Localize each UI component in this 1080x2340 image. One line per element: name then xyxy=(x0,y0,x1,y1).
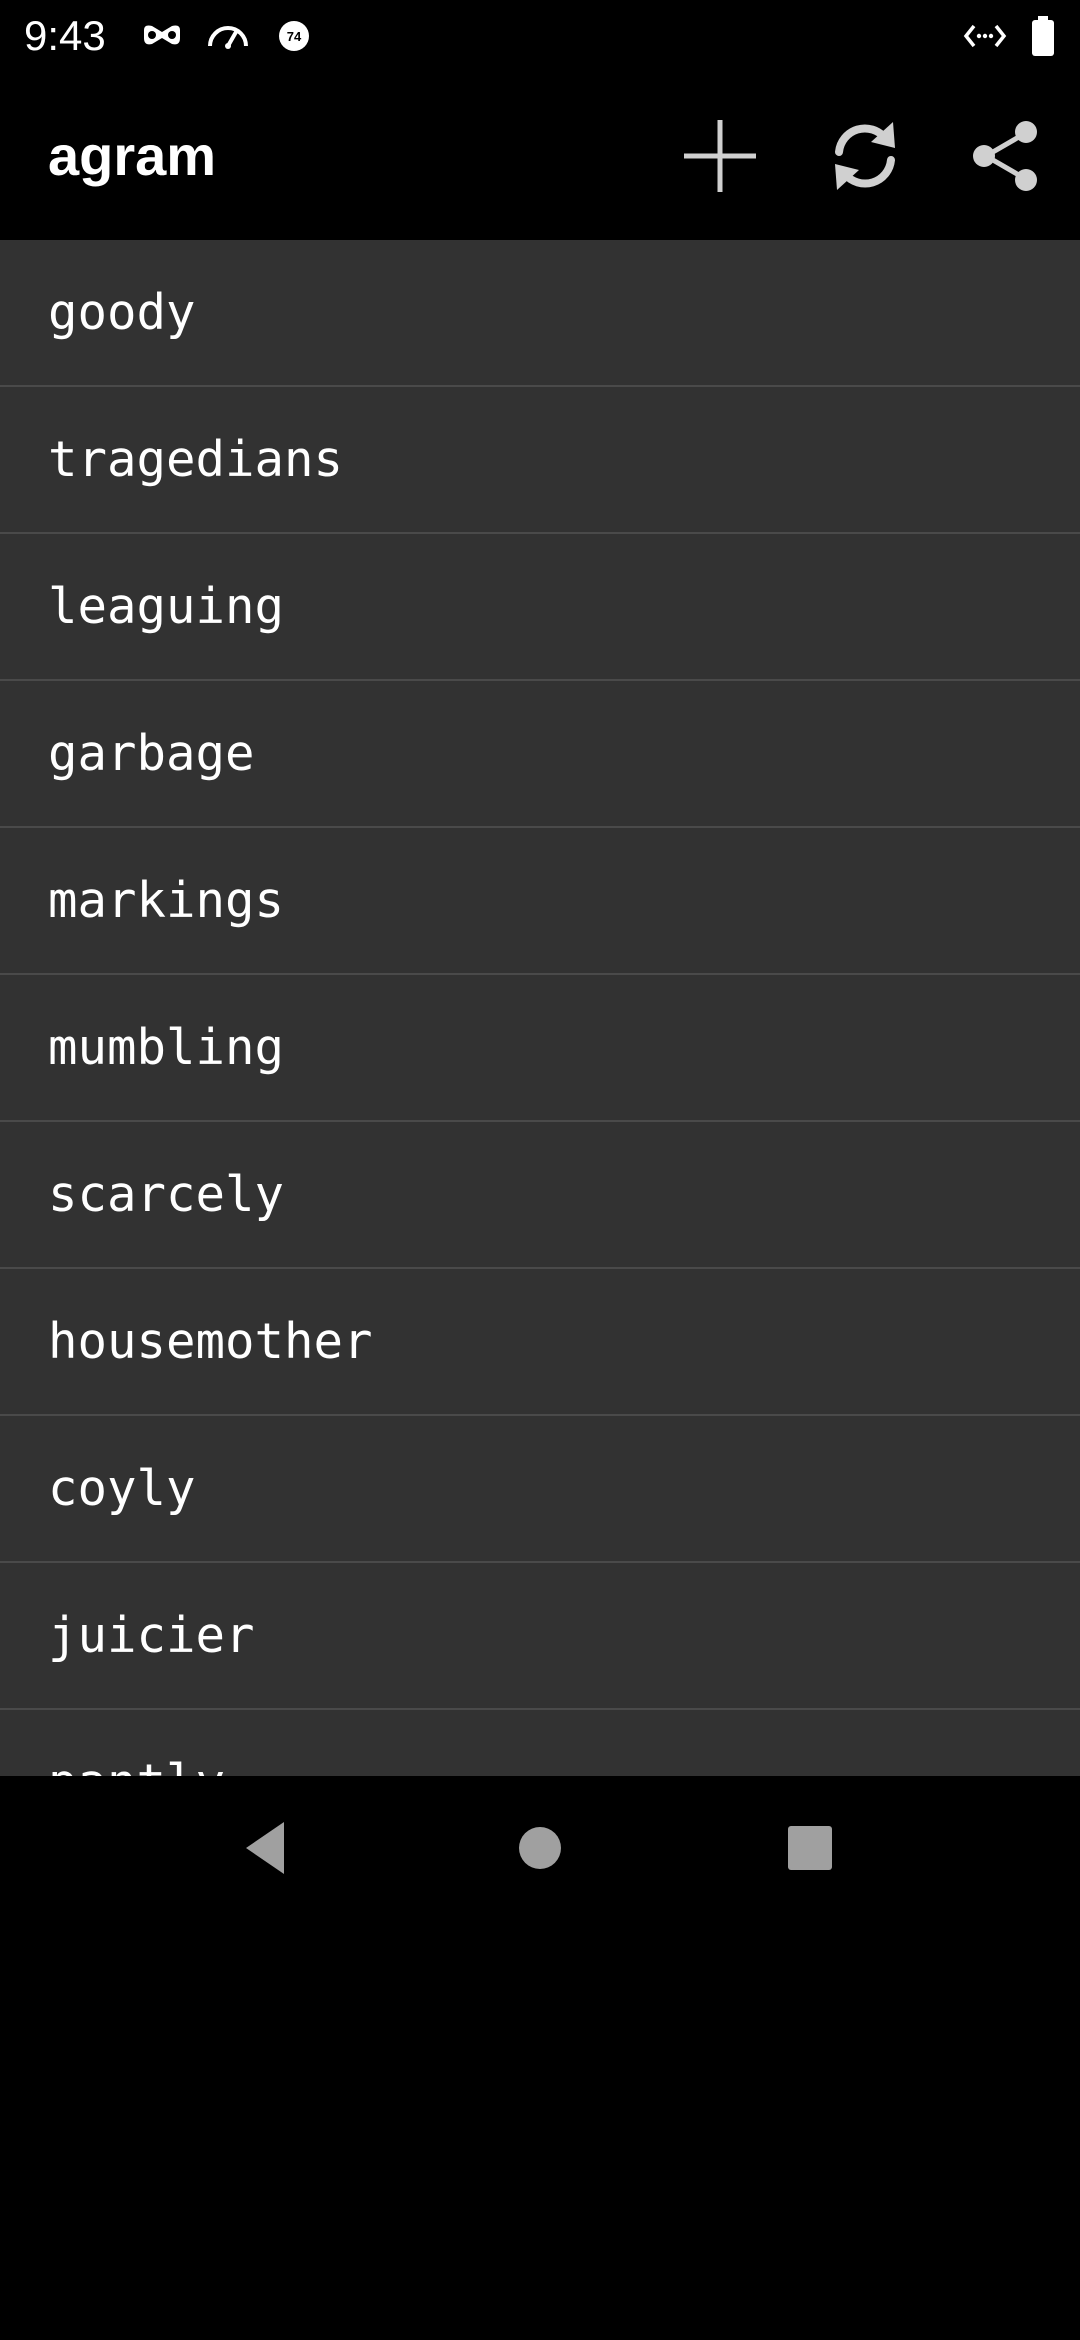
status-time: 9:43 xyxy=(24,12,106,59)
list-item[interactable]: leaguing xyxy=(0,534,1080,681)
navigation-bar xyxy=(0,1776,1080,1920)
recents-button[interactable] xyxy=(762,1800,858,1896)
app-title: agram xyxy=(48,124,217,187)
recents-icon xyxy=(788,1826,832,1870)
share-button[interactable] xyxy=(960,108,1056,204)
status-bar: 9:43 74 xyxy=(0,0,1080,72)
speedometer-icon xyxy=(204,14,252,58)
list-item[interactable]: garbage xyxy=(0,681,1080,828)
list-item[interactable]: scarcely xyxy=(0,1122,1080,1269)
battery-saver-badge-icon: 74 xyxy=(276,14,312,58)
list-item[interactable]: juicier xyxy=(0,1563,1080,1710)
refresh-icon xyxy=(835,122,895,190)
home-icon xyxy=(519,1827,561,1869)
add-button[interactable] xyxy=(672,108,768,204)
back-icon xyxy=(246,1822,284,1874)
battery-badge-text: 74 xyxy=(287,29,302,44)
bottom-area xyxy=(0,1920,1080,2340)
list-item[interactable]: housemother xyxy=(0,1269,1080,1416)
home-button[interactable] xyxy=(492,1800,588,1896)
list-item[interactable]: markings xyxy=(0,828,1080,975)
app-bar: agram xyxy=(0,72,1080,240)
incognito-icon xyxy=(140,14,184,58)
battery-icon xyxy=(1030,14,1056,58)
list-item[interactable]: coyly xyxy=(0,1416,1080,1563)
back-button[interactable] xyxy=(220,1800,316,1896)
plus-icon xyxy=(684,120,756,192)
refresh-button[interactable] xyxy=(817,108,913,204)
list-item[interactable]: goody xyxy=(0,240,1080,387)
share-icon xyxy=(973,121,1037,191)
word-list[interactable]: goody tragedians leaguing garbage markin… xyxy=(0,240,1080,1776)
list-item[interactable]: mumbling xyxy=(0,975,1080,1122)
list-item[interactable]: tragedians xyxy=(0,387,1080,534)
code-arrows-icon xyxy=(962,14,1008,58)
list-item[interactable]: pantly xyxy=(0,1710,1080,1776)
